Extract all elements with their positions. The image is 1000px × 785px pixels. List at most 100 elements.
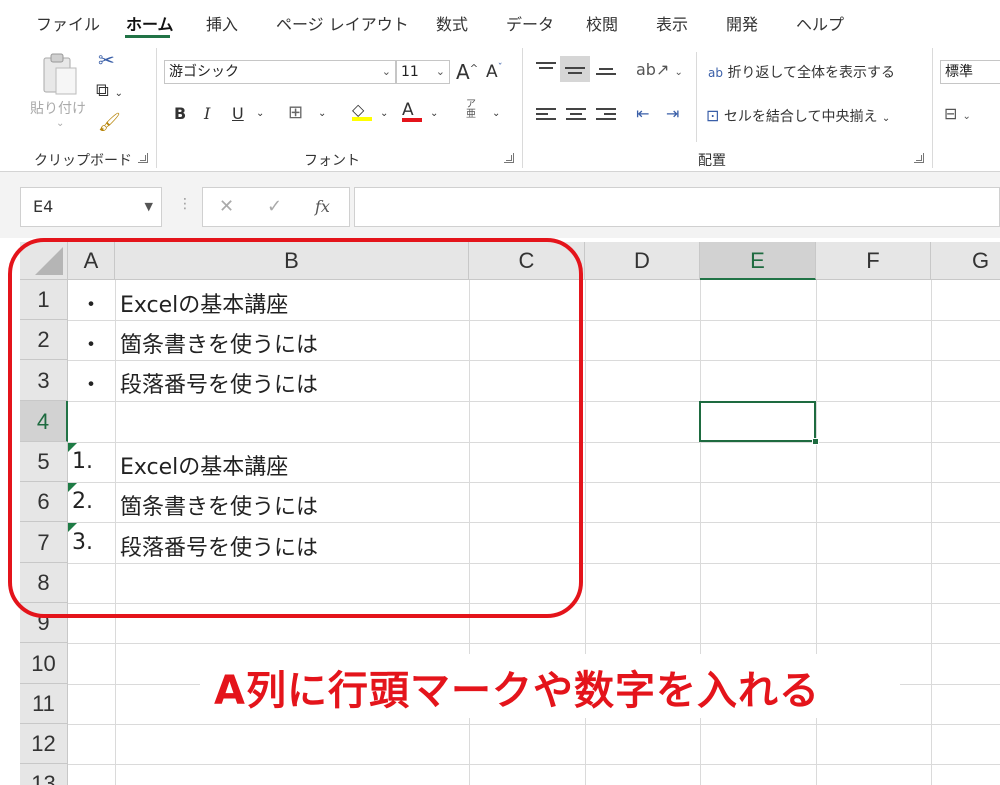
cancel-icon[interactable]: ✕: [219, 196, 234, 217]
alignment-launcher-icon[interactable]: [914, 153, 924, 163]
chevron-down-icon[interactable]: ⌄: [318, 108, 326, 119]
tab-help[interactable]: ヘルプ: [796, 11, 844, 35]
font-color-label: A: [402, 100, 414, 120]
font-size-select[interactable]: 11 ⌄: [396, 60, 450, 84]
chevron-down-icon[interactable]: ⌄: [380, 108, 388, 119]
paste-button[interactable]: [30, 50, 90, 100]
font-size-value: 11: [401, 64, 419, 80]
merge-center-label: セルを結合して中央揃え: [723, 109, 878, 125]
accounting-format-icon[interactable]: ⊟ ⌄: [944, 104, 971, 123]
name-box[interactable]: E4 ▼: [20, 187, 162, 227]
cut-icon[interactable]: ✂: [98, 48, 115, 72]
merge-center-button[interactable]: ⊡ セルを結合して中央揃え ⌄: [706, 106, 890, 126]
group-divider: [156, 48, 157, 168]
alignment-group-label: 配置: [698, 153, 726, 169]
number-format-value: 標準: [945, 64, 973, 80]
format-painter-icon[interactable]: 🖌: [98, 112, 121, 133]
fill-handle[interactable]: [812, 438, 819, 445]
chevron-down-icon: ⌄: [435, 65, 445, 78]
italic-button[interactable]: I: [204, 104, 210, 123]
increase-indent-icon[interactable]: ⇥: [666, 104, 679, 123]
copy-icon[interactable]: ⧉ ⌄: [96, 80, 123, 101]
wrap-text-button[interactable]: ab 折り返して全体を表示する: [708, 62, 895, 82]
underline-button[interactable]: U: [232, 104, 244, 123]
column-header-d[interactable]: D: [585, 242, 700, 280]
ribbon-tabs: ファイル ホーム 挿入 ページ レイアウト 数式 データ 校閲 表示 開発 ヘル…: [0, 0, 1000, 40]
paste-icon: [43, 53, 77, 95]
paste-label: 貼り付け: [30, 101, 86, 117]
align-left-icon[interactable]: [536, 108, 556, 124]
wrap-text-label: 折り返して全体を表示する: [727, 65, 896, 81]
font-launcher-icon[interactable]: [504, 153, 514, 163]
enter-icon[interactable]: ✓: [267, 196, 282, 217]
tab-review[interactable]: 校閲: [586, 11, 618, 35]
column-header-g[interactable]: G: [931, 242, 1000, 280]
chevron-down-icon[interactable]: ⌄: [430, 108, 438, 119]
gridline: [931, 280, 932, 785]
row-header-10[interactable]: 10: [20, 643, 68, 684]
paste-dropdown-icon[interactable]: ⌄: [56, 118, 64, 129]
clipboard-group-label: クリップボード: [34, 153, 132, 169]
clipboard-launcher-icon[interactable]: [138, 153, 148, 163]
align-center-icon[interactable]: [566, 108, 586, 124]
chevron-down-icon[interactable]: ⌄: [492, 108, 500, 119]
shrink-font-button[interactable]: Aˇ: [486, 62, 503, 82]
insert-function-icon[interactable]: fx: [315, 197, 330, 216]
merge-icon: ⊡: [706, 106, 720, 125]
tab-formulas[interactable]: 数式: [436, 11, 468, 35]
phonetic-button[interactable]: ア亜: [466, 100, 476, 120]
tab-page-layout[interactable]: ページ レイアウト: [276, 11, 409, 35]
number-format-select[interactable]: 標準: [940, 60, 1000, 84]
phonetic-bottom: 亜: [466, 109, 476, 120]
wrap-text-icon: ab: [708, 66, 723, 80]
selected-cell-e4[interactable]: [699, 401, 816, 442]
bold-button[interactable]: B: [174, 104, 186, 123]
grow-font-label: A: [456, 60, 470, 84]
tab-view[interactable]: 表示: [656, 11, 688, 35]
tab-data[interactable]: データ: [506, 11, 554, 35]
formula-input[interactable]: [354, 187, 1000, 227]
column-header-e[interactable]: E: [700, 242, 816, 280]
highlight-frame: [8, 238, 583, 618]
decrease-indent-icon[interactable]: ⇤: [636, 104, 649, 123]
annotation-text: A列に行頭マークや数字を入れる: [214, 668, 820, 714]
font-color-button[interactable]: A: [402, 100, 422, 122]
row-header-11[interactable]: 11: [20, 684, 68, 724]
row-header-13[interactable]: 13: [20, 764, 68, 785]
align-right-icon[interactable]: [596, 108, 616, 124]
grow-font-button[interactable]: A^: [456, 60, 478, 84]
group-divider: [696, 52, 697, 142]
gridline: [68, 643, 1000, 644]
align-middle-button[interactable]: [560, 56, 590, 82]
borders-icon[interactable]: ⊞: [288, 102, 303, 123]
orientation-icon[interactable]: ab↗ ⌄: [636, 60, 683, 79]
column-header-f[interactable]: F: [816, 242, 931, 280]
group-divider: [522, 48, 523, 168]
align-bottom-icon[interactable]: [596, 68, 616, 84]
tab-developer[interactable]: 開発: [726, 11, 758, 35]
ribbon: 貼り付け ⌄ ✂ ⧉ ⌄ 🖌 クリップボード 游ゴシック ⌄ 11 ⌄ A^ A…: [0, 40, 1000, 172]
chevron-down-icon[interactable]: ⌄: [256, 108, 264, 119]
shrink-font-label: A: [486, 62, 498, 82]
formula-buttons: ✕ ✓ fx: [202, 187, 350, 227]
formula-bar-grip-icon[interactable]: ⋮: [178, 196, 192, 212]
font-group-label: フォント: [304, 153, 360, 169]
font-name-value: 游ゴシック: [169, 64, 239, 80]
gridline: [68, 724, 1000, 725]
tab-insert[interactable]: 挿入: [206, 11, 238, 35]
font-name-select[interactable]: 游ゴシック ⌄: [164, 60, 396, 84]
align-top-icon[interactable]: [536, 62, 556, 78]
group-divider: [932, 48, 933, 168]
worksheet-grid: A B C D E F G 1 2 3 4 5 6 7 8 9 10 11 12…: [0, 238, 1000, 785]
formula-bar: E4 ▼ ⋮ ✕ ✓ fx: [0, 172, 1000, 238]
active-tab-indicator: [125, 35, 170, 38]
chevron-down-icon: ▼: [144, 200, 153, 213]
align-middle-icon: [565, 67, 585, 83]
chevron-down-icon: ⌄: [881, 113, 891, 124]
tab-file[interactable]: ファイル: [36, 11, 100, 35]
name-box-value: E4: [33, 197, 54, 216]
fill-color-icon[interactable]: ◇: [352, 100, 372, 121]
tab-home[interactable]: ホーム: [126, 11, 174, 35]
row-header-12[interactable]: 12: [20, 724, 68, 764]
gridline: [68, 764, 1000, 765]
